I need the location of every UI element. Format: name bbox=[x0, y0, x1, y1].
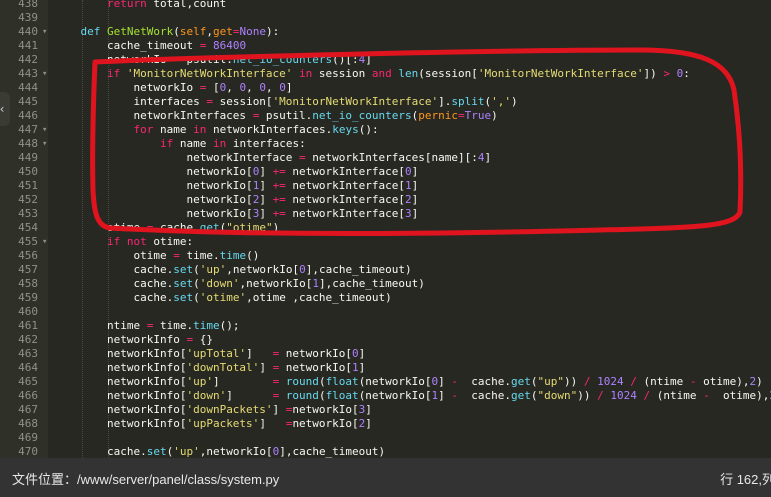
file-path: 文件位置：/www/server/panel/class/system.py bbox=[12, 472, 280, 487]
collapse-panel-button[interactable]: ‹ bbox=[0, 92, 10, 126]
code-editor[interactable]: 438 return total,count 439 440 ▾ def GetNet… bbox=[0, 0, 771, 458]
red-annotation-outline bbox=[90, 47, 744, 236]
cursor-position: 行 162,列 bbox=[720, 472, 771, 487]
status-bar: 文件位置：/www/server/panel/class/system.py 行… bbox=[0, 458, 771, 497]
